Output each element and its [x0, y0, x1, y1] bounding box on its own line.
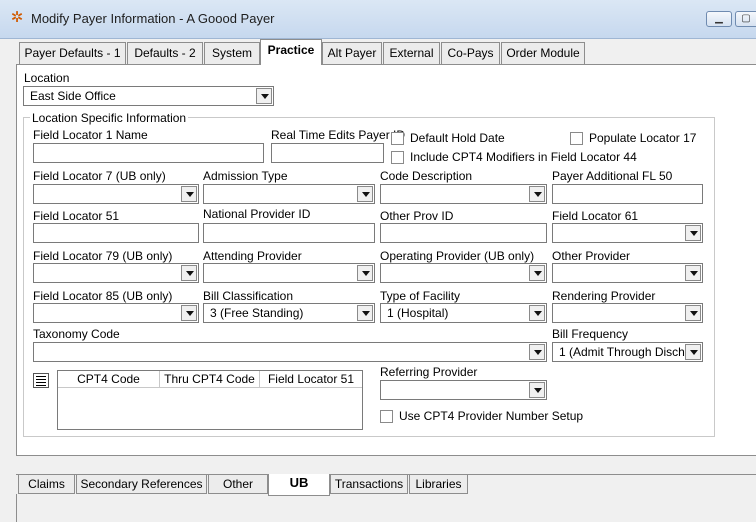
other-prov-id-label: Other Prov ID: [380, 209, 454, 223]
taxonomy-code-select[interactable]: [33, 342, 547, 362]
bill-classification-select[interactable]: 3 (Free Standing): [203, 303, 375, 323]
chevron-down-icon[interactable]: [685, 305, 701, 321]
chevron-down-icon[interactable]: [357, 305, 373, 321]
chevron-down-icon[interactable]: [181, 305, 197, 321]
bill-frequency-value: 1 (Admit Through Discha: [559, 345, 692, 359]
bill-frequency-select[interactable]: 1 (Admit Through Discha: [552, 342, 703, 362]
type-of-facility-label: Type of Facility: [380, 289, 461, 303]
payer-additional-fl50-label: Payer Additional FL 50: [552, 169, 673, 183]
chevron-down-icon[interactable]: [529, 265, 545, 281]
fl7-select[interactable]: [33, 184, 199, 204]
attending-provider-label: Attending Provider: [203, 249, 302, 263]
chevron-down-icon[interactable]: [685, 265, 701, 281]
payer-additional-fl50-input[interactable]: [552, 184, 703, 204]
column-header-cpt4-code[interactable]: CPT4 Code: [58, 371, 160, 388]
npi-input[interactable]: [203, 223, 375, 243]
chevron-down-icon[interactable]: [685, 225, 701, 241]
chevron-down-icon[interactable]: [685, 344, 701, 360]
tab-secondary-references[interactable]: Secondary References: [76, 475, 207, 494]
fl1-name-input[interactable]: [33, 143, 264, 163]
minimize-icon: ▁: [715, 13, 723, 24]
rte-payer-id-input[interactable]: [271, 143, 384, 163]
chevron-down-icon[interactable]: [529, 344, 545, 360]
column-header-thru-cpt4-code[interactable]: Thru CPT4 Code: [160, 371, 260, 388]
tab-other[interactable]: Other: [208, 475, 268, 494]
populate-locator-17-checkbox[interactable]: [570, 132, 583, 145]
tab-transactions[interactable]: Transactions: [330, 475, 408, 494]
fl7-label: Field Locator 7 (UB only): [33, 169, 166, 183]
fl51-label: Field Locator 51: [33, 209, 120, 223]
window-title: Modify Payer Information - A Goood Payer: [31, 11, 275, 26]
default-hold-date-label: Default Hold Date: [410, 131, 505, 145]
include-cpt4-modifiers-checkbox[interactable]: [391, 151, 404, 164]
fl85-label: Field Locator 85 (UB only): [33, 289, 173, 303]
type-of-facility-value: 1 (Hospital): [387, 306, 449, 320]
referring-provider-label: Referring Provider: [380, 365, 478, 379]
fl85-select[interactable]: [33, 303, 199, 323]
list-icon[interactable]: [33, 373, 49, 388]
column-header-field-locator-51[interactable]: Field Locator 51: [260, 371, 362, 388]
use-cpt4-provider-label: Use CPT4 Provider Number Setup: [399, 409, 584, 423]
fl61-select[interactable]: [552, 223, 703, 243]
bill-frequency-label: Bill Frequency: [552, 327, 629, 341]
fl79-select[interactable]: [33, 263, 199, 283]
chevron-down-icon[interactable]: [529, 305, 545, 321]
tab-claims[interactable]: Claims: [18, 475, 75, 494]
taxonomy-code-label: Taxonomy Code: [33, 327, 120, 341]
attending-provider-select[interactable]: [203, 263, 375, 283]
code-description-label: Code Description: [380, 169, 473, 183]
fl1-name-label: Field Locator 1 Name: [33, 128, 148, 142]
location-value: East Side Office: [30, 89, 116, 103]
chevron-down-icon[interactable]: [181, 186, 197, 202]
chevron-down-icon[interactable]: [529, 186, 545, 202]
minimize-button[interactable]: ▁: [706, 11, 732, 27]
tab-system[interactable]: System: [204, 42, 260, 64]
default-hold-date-checkbox[interactable]: [391, 132, 404, 145]
operating-provider-select[interactable]: [380, 263, 547, 283]
type-of-facility-select[interactable]: 1 (Hospital): [380, 303, 547, 323]
admission-type-select[interactable]: [203, 184, 375, 204]
group-title: Location Specific Information: [30, 111, 189, 125]
chevron-down-icon[interactable]: [529, 382, 545, 398]
maximize-button[interactable]: ▢: [735, 11, 756, 27]
tab-alt-payer[interactable]: Alt Payer: [322, 42, 382, 64]
bill-classification-value: 3 (Free Standing): [210, 306, 304, 320]
tab-defaults-2[interactable]: Defaults - 2: [127, 42, 203, 64]
chevron-down-icon[interactable]: [256, 88, 272, 104]
chevron-down-icon[interactable]: [181, 265, 197, 281]
chevron-down-icon[interactable]: [357, 265, 373, 281]
other-prov-id-input[interactable]: [380, 223, 547, 243]
location-label: Location: [24, 71, 70, 85]
tab-ub[interactable]: UB: [268, 474, 330, 496]
chevron-down-icon[interactable]: [357, 186, 373, 202]
other-provider-select[interactable]: [552, 263, 703, 283]
rendering-provider-label: Rendering Provider: [552, 289, 656, 303]
tab-co-pays[interactable]: Co-Pays: [441, 42, 500, 64]
cpt4-table[interactable]: CPT4 Code Thru CPT4 Code Field Locator 5…: [57, 370, 363, 430]
rte-payer-id-label: Real Time Edits Payer ID: [271, 128, 406, 142]
bottom-area: [16, 494, 756, 522]
npi-label: National Provider ID: [203, 207, 311, 221]
other-provider-label: Other Provider: [552, 249, 631, 263]
use-cpt4-provider-checkbox[interactable]: [380, 410, 393, 423]
fl79-label: Field Locator 79 (UB only): [33, 249, 173, 263]
tab-libraries[interactable]: Libraries: [409, 475, 468, 494]
tab-external[interactable]: External: [383, 42, 440, 64]
include-cpt4-modifiers-label: Include CPT4 Modifiers in Field Locator …: [410, 150, 637, 164]
operating-provider-label: Operating Provider (UB only): [380, 249, 535, 263]
bill-classification-label: Bill Classification: [203, 289, 294, 303]
rendering-provider-select[interactable]: [552, 303, 703, 323]
admission-type-label: Admission Type: [203, 169, 288, 183]
maximize-icon: ▢: [741, 13, 751, 24]
code-description-select[interactable]: [380, 184, 547, 204]
fl51-input[interactable]: [33, 223, 199, 243]
tab-order-module[interactable]: Order Module: [501, 42, 585, 64]
referring-provider-select[interactable]: [380, 380, 547, 400]
tab-payer-defaults-1[interactable]: Payer Defaults - 1: [19, 42, 126, 64]
app-icon: ✲: [10, 9, 24, 26]
tab-practice[interactable]: Practice: [260, 39, 322, 65]
location-select[interactable]: East Side Office: [23, 86, 274, 106]
populate-locator-17-label: Populate Locator 17: [589, 131, 697, 145]
fl61-label: Field Locator 61: [552, 209, 639, 223]
